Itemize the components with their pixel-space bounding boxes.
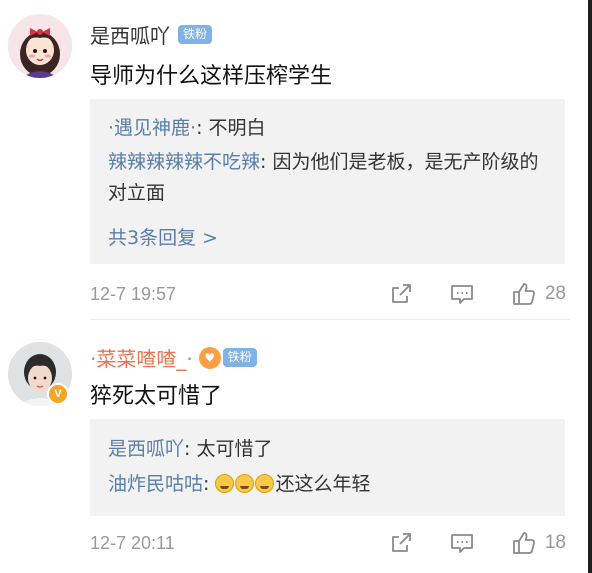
reply-text: 不明白 bbox=[208, 117, 266, 139]
comment-item: V ·菜菜喳喳_· ♥ 铁粉 猝死太可惜了 是西呱吖: 太可惜了 油炸民咕咕: … bbox=[0, 320, 588, 573]
comment-icon bbox=[450, 534, 473, 553]
reply-button[interactable] bbox=[449, 282, 475, 306]
reply-author[interactable]: 辣辣辣辣辣不吃辣 bbox=[108, 151, 260, 173]
share-icon bbox=[391, 533, 411, 552]
like-count: 28 bbox=[544, 283, 566, 304]
reply-text: 还这么年轻 bbox=[275, 473, 371, 495]
crying-emoji-icon bbox=[255, 474, 275, 493]
comment-text: 导师为什么这样压榨学生 bbox=[90, 64, 333, 89]
reply-item: ·遇见神鹿·: 不明白 bbox=[108, 113, 556, 144]
comment-list: 是西呱吖 铁粉 导师为什么这样压榨学生 ·遇见神鹿·: 不明白 辣辣辣辣辣不吃辣… bbox=[0, 0, 592, 573]
action-bar: 28 bbox=[389, 281, 566, 307]
reply-author[interactable]: ·遇见神鹿· bbox=[108, 117, 196, 139]
like-button[interactable]: 18 bbox=[511, 530, 566, 556]
username[interactable]: 是西呱吖 bbox=[90, 20, 170, 49]
comment-text: 猝死太可惜了 bbox=[90, 384, 223, 409]
heart-badge-icon: ♥ bbox=[198, 346, 221, 369]
reply-colon: : bbox=[203, 473, 216, 495]
reply-author[interactable]: 是西呱吖 bbox=[108, 438, 184, 460]
more-replies-link[interactable]: 共3条回复 > bbox=[108, 223, 218, 250]
reply-box[interactable]: 是西呱吖: 太可惜了 油炸民咕咕: 还这么年轻 bbox=[90, 419, 565, 516]
reply-colon: : bbox=[196, 117, 209, 139]
screen-edge bbox=[588, 0, 592, 573]
username-row: ·菜菜喳喳_· ♥ 铁粉 bbox=[90, 343, 257, 372]
comment-meta: 12-7 19:57 28 bbox=[90, 281, 566, 307]
share-icon bbox=[391, 284, 411, 303]
crying-emoji-icon bbox=[215, 474, 235, 493]
comment-item: 是西呱吖 铁粉 导师为什么这样压榨学生 ·遇见神鹿·: 不明白 辣辣辣辣辣不吃辣… bbox=[0, 0, 588, 320]
username[interactable]: ·菜菜喳喳_· bbox=[90, 343, 193, 372]
reply-colon: : bbox=[184, 438, 197, 460]
thumbs-up-icon bbox=[512, 532, 535, 554]
verified-badge: V bbox=[47, 383, 69, 405]
action-bar: 18 bbox=[389, 530, 566, 556]
reply-colon: : bbox=[260, 151, 273, 173]
reply-item: 油炸民咕咕: 还这么年轻 bbox=[108, 469, 556, 500]
timestamp: 12-7 20:11 bbox=[90, 532, 175, 553]
reply-item: 辣辣辣辣辣不吃辣: 因为他们是老板，是无产阶级的对立面 bbox=[108, 147, 556, 209]
reply-author[interactable]: 油炸民咕咕 bbox=[108, 473, 203, 495]
timestamp: 12-7 19:57 bbox=[90, 283, 177, 304]
like-count: 18 bbox=[544, 532, 566, 553]
username-row: 是西呱吖 铁粉 bbox=[90, 20, 213, 49]
like-button[interactable]: 28 bbox=[511, 281, 566, 307]
fan-badge: 铁粉 bbox=[222, 348, 257, 367]
cartoon-girl-avatar-icon bbox=[8, 14, 72, 78]
reply-text: 太可惜了 bbox=[196, 438, 273, 460]
thumbs-up-icon bbox=[512, 283, 535, 305]
comment-meta: 12-7 20:11 18 bbox=[90, 530, 566, 556]
reply-button[interactable] bbox=[449, 531, 475, 555]
avatar[interactable] bbox=[8, 14, 72, 78]
comment-icon bbox=[450, 285, 473, 304]
share-button[interactable] bbox=[389, 282, 413, 306]
reply-item: 是西呱吖: 太可惜了 bbox=[108, 434, 556, 465]
fan-badge: 铁粉 bbox=[178, 25, 213, 44]
crying-emoji-icon bbox=[235, 474, 255, 493]
share-button[interactable] bbox=[389, 531, 413, 555]
reply-box[interactable]: ·遇见神鹿·: 不明白 辣辣辣辣辣不吃辣: 因为他们是老板，是无产阶级的对立面 … bbox=[90, 99, 565, 264]
